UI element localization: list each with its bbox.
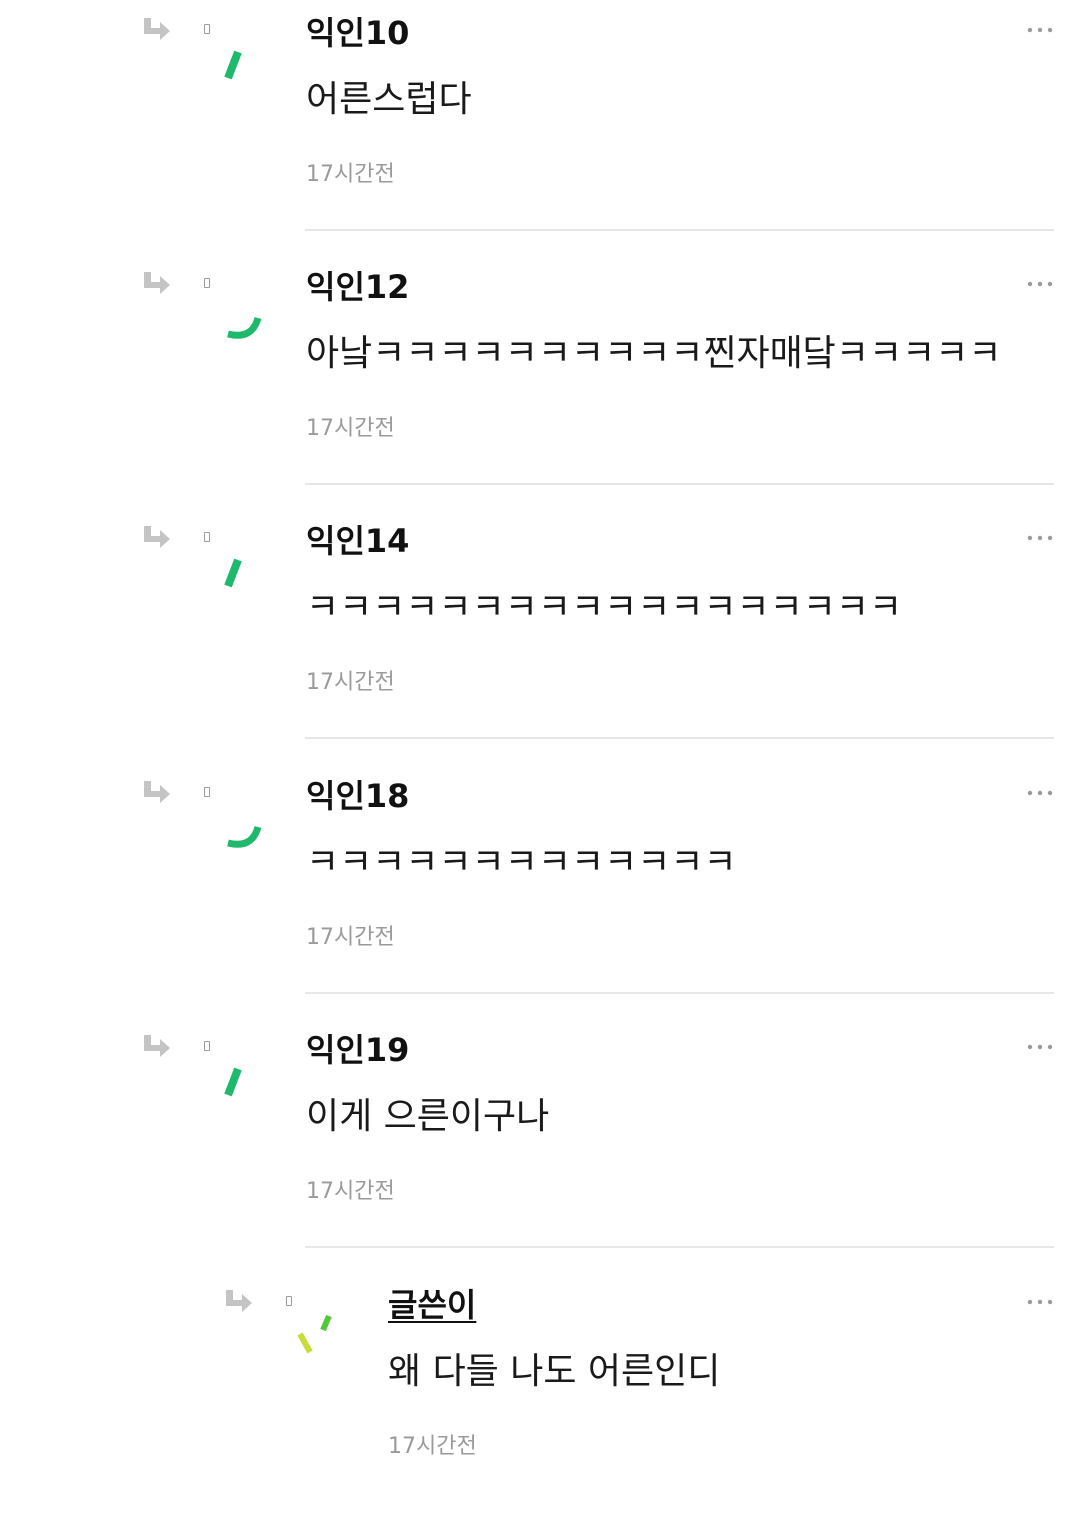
comment-divider bbox=[305, 737, 1054, 739]
dot-marker-icon bbox=[204, 787, 210, 797]
more-options-icon[interactable] bbox=[1026, 781, 1056, 805]
comment-item: 익인14 ㅋㅋㅋㅋㅋㅋㅋㅋㅋㅋㅋㅋㅋㅋㅋㅋㅋㅋ 17시간전 bbox=[0, 508, 1080, 762]
author-name[interactable]: 익인19 bbox=[306, 1028, 409, 1072]
more-options-icon[interactable] bbox=[1026, 526, 1056, 550]
comment-text: 왜 다들 나도 어른인디 bbox=[388, 1351, 721, 1392]
reply-comment: 글쓴이왜 다들 나도 어른인디 17시간전 bbox=[0, 1272, 1080, 1526]
more-options-icon[interactable] bbox=[1026, 18, 1056, 42]
comment-timestamp: 17시간전 bbox=[306, 670, 395, 695]
op-author-name[interactable]: 글쓴이 bbox=[388, 1283, 476, 1327]
comment-list: 익인10 어른스럽다 17시간전 익인12 아낰ㅋㅋㅋㅋㅋㅋㅋㅋㅋㅋ찐자매닼ㅋㅋㅋㅋㅋ 1… bbox=[0, 0, 1080, 1484]
dot-marker-icon bbox=[286, 1296, 292, 1306]
reply-arrow-icon[interactable] bbox=[142, 16, 172, 42]
author-name[interactable]: 익인14 bbox=[306, 519, 409, 563]
avatar bbox=[214, 40, 278, 104]
comment-timestamp: 17시간전 bbox=[306, 925, 395, 950]
more-options-icon[interactable] bbox=[1026, 272, 1056, 296]
dot-marker-icon bbox=[204, 24, 210, 34]
comment-timestamp: 17시간전 bbox=[388, 1434, 477, 1459]
avatar bbox=[214, 548, 278, 612]
comment-item: 익인10 어른스럽다 17시간전 bbox=[0, 0, 1080, 254]
reply-arrow-icon[interactable] bbox=[224, 1288, 254, 1314]
comment-text: 아낰ㅋㅋㅋㅋㅋㅋㅋㅋㅋㅋ찐자매닼ㅋㅋㅋㅋㅋ bbox=[306, 333, 1002, 374]
more-options-icon[interactable] bbox=[1026, 1290, 1056, 1314]
avatar bbox=[214, 294, 278, 358]
comment-divider bbox=[305, 229, 1054, 231]
comment-text: ㅋㅋㅋㅋㅋㅋㅋㅋㅋㅋㅋㅋㅋ bbox=[306, 842, 737, 883]
comment-timestamp: 17시간전 bbox=[306, 162, 395, 187]
author-name[interactable]: 익인10 bbox=[306, 11, 409, 55]
comment-item: 익인19 이게 으른이구나 17시간전 bbox=[0, 1017, 1080, 1271]
avatar bbox=[214, 1057, 278, 1121]
comment-item: 익인18 ㅋㅋㅋㅋㅋㅋㅋㅋㅋㅋㅋㅋㅋ 17시간전 bbox=[0, 763, 1080, 1017]
author-name[interactable]: 익인12 bbox=[306, 265, 409, 309]
author-name[interactable]: 익인18 bbox=[306, 774, 409, 818]
comment-timestamp: 17시간전 bbox=[306, 1179, 395, 1204]
comment-text: 이게 으른이구나 bbox=[306, 1096, 550, 1137]
reply-arrow-icon[interactable] bbox=[142, 524, 172, 550]
avatar bbox=[296, 1312, 360, 1376]
reply-arrow-icon[interactable] bbox=[142, 1033, 172, 1059]
comment-timestamp: 17시간전 bbox=[306, 416, 395, 441]
dot-marker-icon bbox=[204, 532, 210, 542]
comment-text: 어른스럽다 bbox=[306, 79, 472, 120]
dot-marker-icon bbox=[204, 1041, 210, 1051]
reply-arrow-icon[interactable] bbox=[142, 779, 172, 805]
comment-divider bbox=[305, 1246, 1054, 1248]
comment-divider bbox=[305, 992, 1054, 994]
reply-arrow-icon[interactable] bbox=[142, 270, 172, 296]
comment-item: 익인12 아낰ㅋㅋㅋㅋㅋㅋㅋㅋㅋㅋ찐자매닼ㅋㅋㅋㅋㅋ 17시간전 bbox=[0, 254, 1080, 508]
avatar bbox=[214, 803, 278, 867]
comment-text: ㅋㅋㅋㅋㅋㅋㅋㅋㅋㅋㅋㅋㅋㅋㅋㅋㅋㅋ bbox=[306, 587, 903, 628]
comment-divider bbox=[305, 483, 1054, 485]
dot-marker-icon bbox=[204, 278, 210, 288]
more-options-icon[interactable] bbox=[1026, 1035, 1056, 1059]
